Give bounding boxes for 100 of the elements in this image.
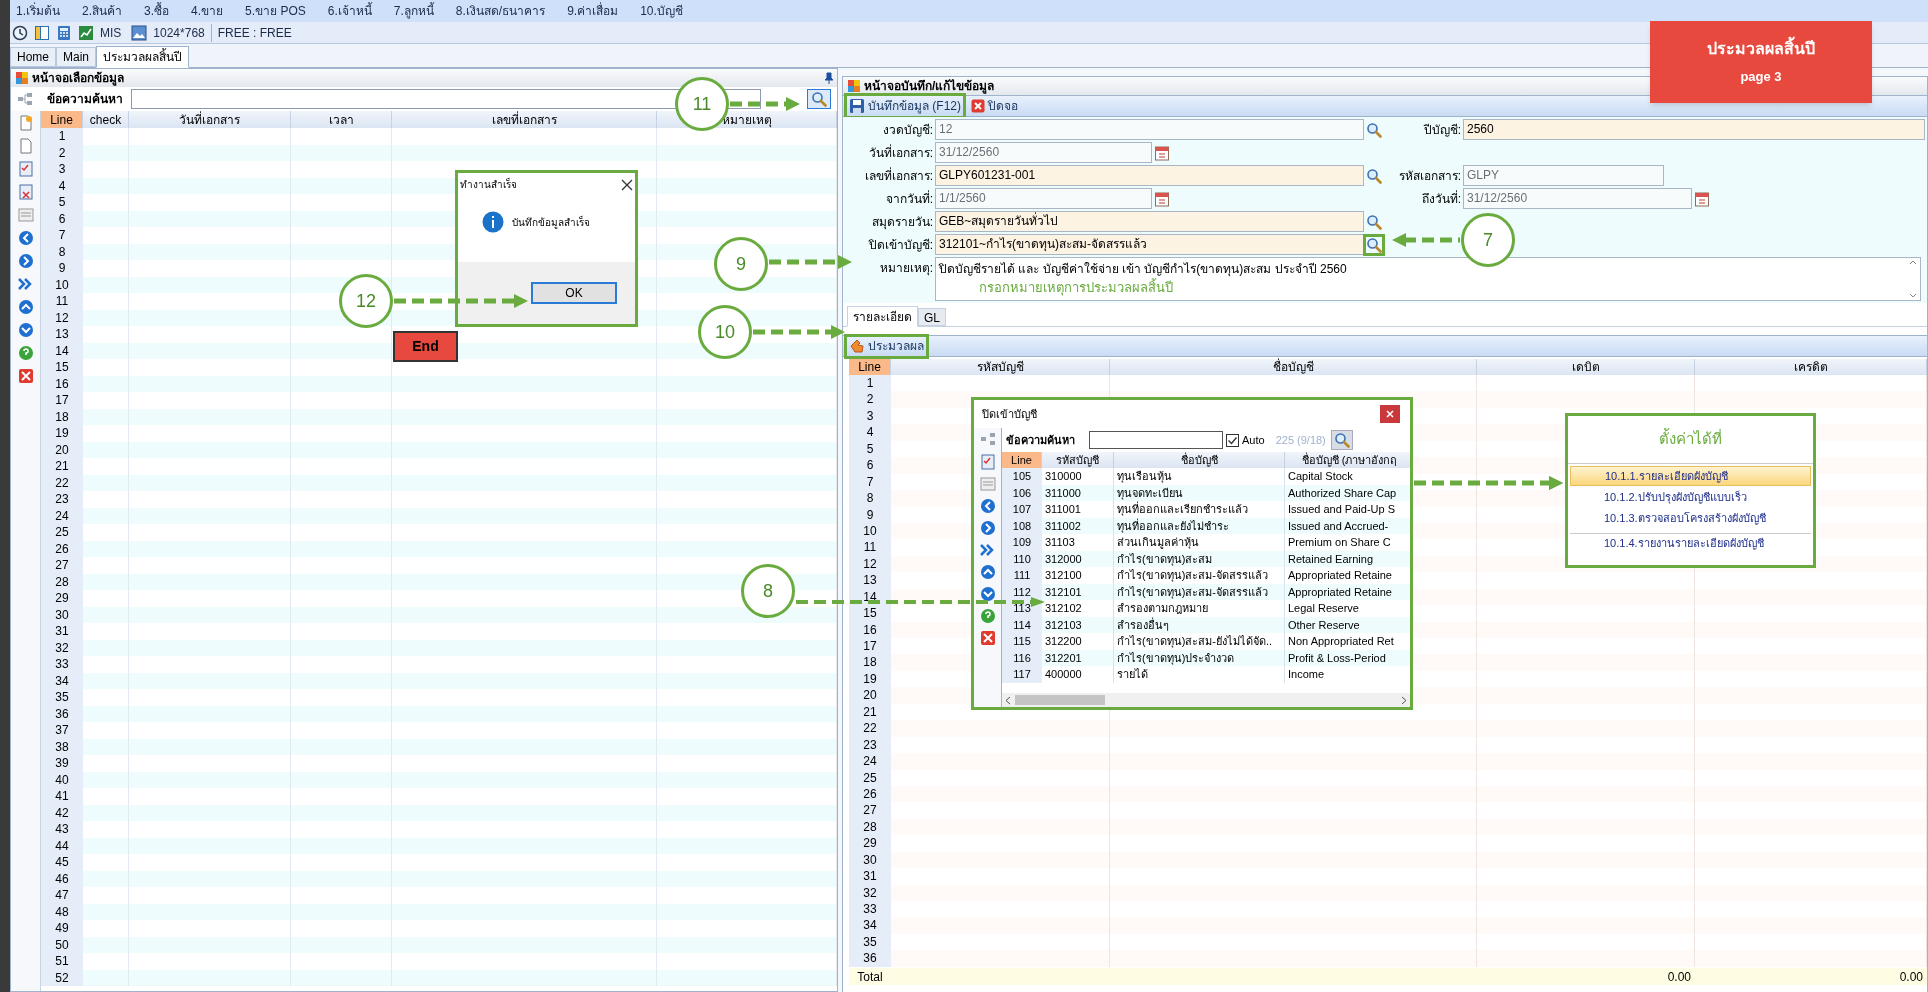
line-number: 45 [41,854,83,871]
save-button[interactable]: บันทึกข้อมูล (F12) [847,96,963,116]
line-number: 2 [849,391,891,408]
checklist-icon[interactable] [17,161,34,177]
clock-icon[interactable] [12,24,28,41]
column-header[interactable]: เลขที่เอกสาร [392,111,657,128]
tab[interactable]: Main [56,47,97,67]
line-number: 1 [41,128,83,145]
tree-icon[interactable] [17,92,33,106]
delete-icon[interactable] [979,630,996,646]
menu-item[interactable]: 10.1.4.รายงานรายละเอียดผังบัญชี [1570,533,1811,553]
calendar-icon[interactable] [1154,144,1170,161]
delete-document-icon[interactable] [17,184,34,200]
chart-icon[interactable] [78,24,94,41]
column-header[interactable]: Line [41,111,83,128]
resolution-label[interactable]: 1024*768 [153,23,205,42]
dialog-title: ทำงานสำเร็จ [460,177,517,192]
line-number: 4 [849,424,891,441]
column-header[interactable]: ชื่อบัญชี (ภาษาอังกฤ [1285,452,1410,468]
pin-icon[interactable] [825,72,833,84]
search-icon[interactable] [1366,236,1382,253]
input-field[interactable]: GEB~สมุดรายวันทั่วไป [935,211,1364,232]
process-button[interactable]: ประมวลผล [847,336,926,356]
help-icon[interactable] [17,345,34,361]
menu-item[interactable]: 2.สินค้า [82,2,123,20]
panel-icon[interactable] [34,24,50,41]
search-icon[interactable] [1366,213,1382,230]
column-header[interactable]: ชื่อบัญชี [1114,452,1285,468]
input-field[interactable]: GLPY601231-001 [935,165,1364,186]
menu-item[interactable]: 8.เงินสด/ธนาคาร [455,2,546,20]
calendar-icon[interactable] [1694,190,1710,207]
input-field[interactable]: 2560 [1463,119,1925,140]
calculator-icon[interactable] [56,24,72,41]
search-icon[interactable] [1366,121,1382,138]
chevron-right-icon[interactable] [1401,695,1407,705]
column-header[interactable]: เวลา [291,111,392,128]
horizontal-scrollbar[interactable] [1002,693,1410,707]
column-header[interactable]: check [83,111,129,128]
line-number: 6 [849,457,891,474]
line-number: 17 [41,392,83,409]
arrow-right-icon[interactable] [979,520,996,536]
input-field[interactable]: 312101~กำไร(ขาดทุน)สะสม-จัดสรรแล้ว [935,234,1364,255]
arrow-up-icon[interactable] [979,564,996,580]
column-header[interactable]: เครดิต [1695,359,1927,375]
line-number: 11 [849,539,891,556]
panel-heading: ตั้งค่าได้ที่ [1659,428,1722,450]
field-label: ถึงวันที่: [1420,189,1461,208]
menu-item[interactable]: 10.1.1.รายละเอียดผังบัญชี [1570,466,1811,486]
arrow-left-icon[interactable] [979,498,996,514]
menu-item[interactable]: 10.บัญชี [640,2,683,20]
arrow-right-icon[interactable] [17,253,34,269]
close-icon[interactable] [621,178,633,191]
menu-item[interactable]: 7.ลูกหนี้ [393,2,434,20]
tab[interactable]: ประมวลผลสิ้นปี [96,46,190,68]
table-cell: 117 [1002,666,1042,683]
table-cell: สำรองตามกฎหมาย [1114,600,1285,617]
arrow-up-icon[interactable] [17,299,34,315]
table-cell: กำไร(ขาดทุน)สะสม-ยังไม่ได้จัด.. [1114,633,1285,650]
checkbox[interactable] [1226,433,1239,447]
tab[interactable]: GL [918,308,946,326]
document-icon[interactable] [17,138,34,154]
menu-item[interactable]: 9.ค่าเสื่อม [567,2,619,20]
menu-item[interactable]: 5.ขาย POS [245,2,306,20]
arrow-down-icon[interactable] [979,586,996,602]
column-header[interactable]: รหัสบัญชี [1042,452,1114,468]
scrollbar-thumb[interactable] [1015,695,1105,705]
search-field[interactable] [1089,431,1223,449]
line-number: 5 [41,194,83,211]
ok-button[interactable]: OK [531,282,617,304]
scrollbar-drawing[interactable] [1909,260,1917,298]
search-field[interactable] [131,89,761,109]
line-number: 15 [41,359,83,376]
column-header[interactable]: วันที่เอกสาร [129,111,291,128]
menu-item[interactable]: 1.เริ่มต้น [16,2,60,20]
help-icon[interactable] [979,608,996,624]
mis-label[interactable]: MIS [100,23,122,42]
column-header[interactable]: ชื่อบัญชี [1110,359,1477,375]
line-number: 25 [41,524,83,541]
calendar-icon[interactable] [1154,190,1170,207]
menu-item[interactable]: 3.ซื้อ [144,2,170,20]
window-icon [847,79,861,93]
double-chevron-icon[interactable] [17,276,34,292]
tab[interactable]: รายละเอียด [847,306,918,327]
note-field[interactable]: ปิดบัญชีรายได้ และ บัญชีค่าใช้จ่าย เข้า บัญชีกำไร(ขาดทุน)สะสม ประจำปี 2560 กรอกหมายเหตุการประมวลผลสิ้นปี [935,257,1921,301]
arrow-left-icon[interactable] [17,230,34,246]
column-header[interactable]: Line [849,359,891,375]
search-icon[interactable] [1366,167,1382,184]
checklist-icon[interactable] [979,454,996,470]
menu-item[interactable]: 6.เจ้าหนี้ [327,2,372,20]
tab[interactable]: Home [10,47,56,67]
column-header[interactable]: Line [1002,452,1042,468]
picture-icon[interactable] [131,24,148,41]
column-header[interactable]: รหัสบัญชี [891,359,1110,375]
arrow-down-icon[interactable] [17,322,34,338]
chevron-left-icon[interactable] [1005,695,1011,705]
menu-item[interactable]: 4.ขาย [191,2,224,20]
delete-icon[interactable] [17,368,34,384]
column-header[interactable]: เดบิต [1477,359,1695,375]
close-button[interactable]: ปิดจอ [969,96,1020,116]
double-chevron-icon[interactable] [979,542,996,558]
